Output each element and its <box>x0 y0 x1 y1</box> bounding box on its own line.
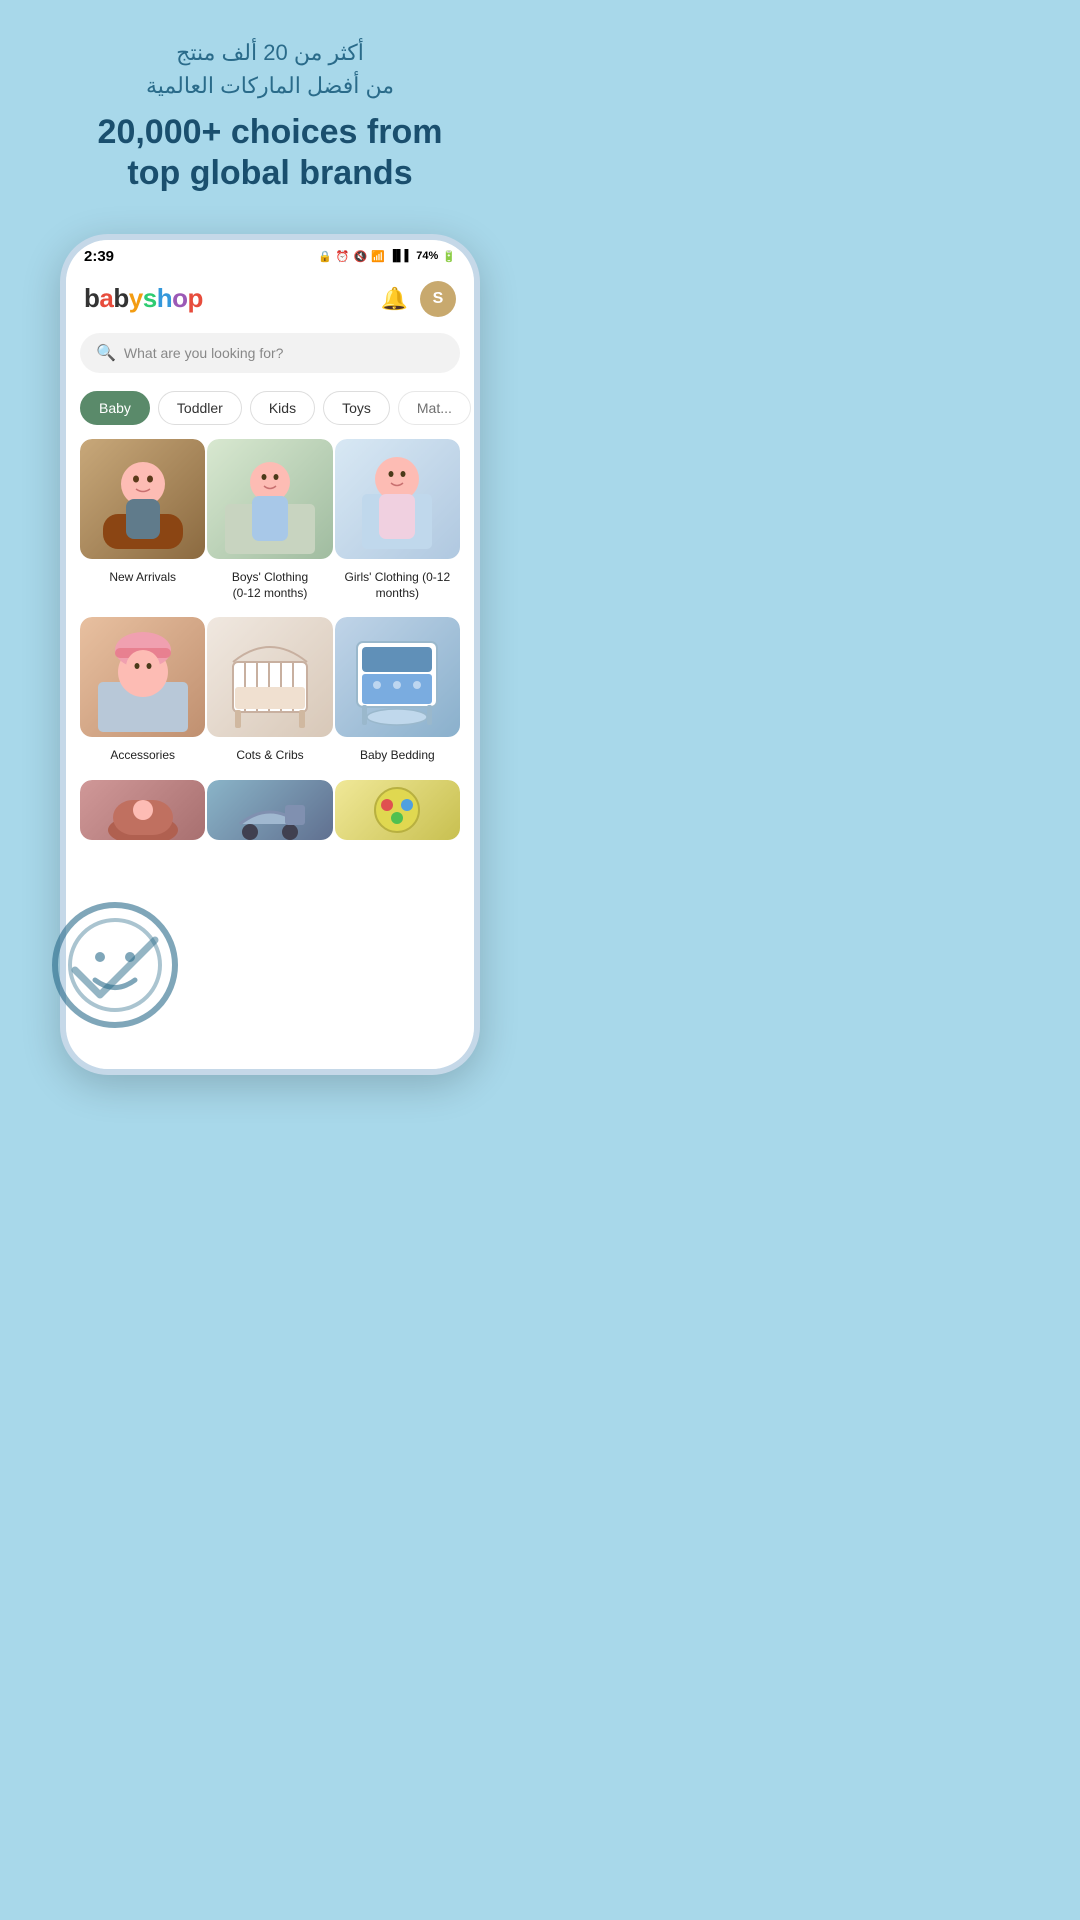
battery-icon: 🔋 <box>442 250 456 263</box>
product-image-row3-2 <box>207 780 332 905</box>
product-image-row3-1 <box>80 780 205 905</box>
top-banner: أكثر من 20 ألف منتج من أفضل الماركات الع… <box>0 0 540 234</box>
status-time: 2:39 <box>84 248 114 265</box>
header-icons: 🔔 S <box>381 281 456 317</box>
category-tabs: Baby Toddler Kids Toys Mat... <box>66 387 474 439</box>
tab-baby[interactable]: Baby <box>80 391 150 425</box>
status-bar: 2:39 🔒 ⏰ 🔇 📶 ▐▌▌ 74% 🔋 <box>66 240 474 269</box>
english-heading: 20,000+ choices from top global brands <box>40 112 500 194</box>
product-row3-2[interactable] <box>207 780 332 911</box>
user-avatar[interactable]: S <box>420 281 456 317</box>
product-row3-1[interactable] <box>80 780 205 911</box>
product-grid: New Arrivals <box>66 439 474 926</box>
product-cots-cribs[interactable]: Cots & Cribs <box>207 617 332 764</box>
alarm-icon: ⏰ <box>336 250 350 263</box>
product-image-new-arrivals <box>80 439 205 564</box>
product-image-row3-3 <box>335 780 460 905</box>
lock-icon: 🔒 <box>318 250 332 263</box>
decoration-circle <box>45 895 185 1035</box>
app-header: babyshop 🔔 S <box>66 269 474 329</box>
product-label-boys-clothing: Boys' Clothing(0-12 months) <box>232 570 308 601</box>
product-boys-clothing[interactable]: Boys' Clothing(0-12 months) <box>207 439 332 602</box>
tab-toddler[interactable]: Toddler <box>158 391 242 425</box>
signal-icon: ▐▌▌ <box>389 250 412 262</box>
mute-icon: 🔇 <box>353 250 367 263</box>
phone-outer: 2:39 🔒 ⏰ 🔇 📶 ▐▌▌ 74% 🔋 babyshop <box>60 234 480 1075</box>
product-image-boys-clothing <box>207 439 332 564</box>
battery-label: 74% <box>416 250 438 262</box>
product-accessories[interactable]: Accessories <box>80 617 205 764</box>
tab-toys[interactable]: Toys <box>323 391 390 425</box>
status-icons: 🔒 ⏰ 🔇 📶 ▐▌▌ 74% 🔋 <box>318 250 456 263</box>
wifi-icon: 📶 <box>371 250 385 263</box>
product-label-baby-bedding: Baby Bedding <box>360 748 435 764</box>
product-row3-3[interactable] <box>335 780 460 911</box>
tab-kids[interactable]: Kids <box>250 391 315 425</box>
product-image-girls-clothing <box>335 439 460 564</box>
phone-container: 2:39 🔒 ⏰ 🔇 📶 ▐▌▌ 74% 🔋 babyshop <box>0 234 540 1105</box>
tab-maternity[interactable]: Mat... <box>398 391 471 425</box>
babyshop-logo: babyshop <box>84 283 203 314</box>
product-baby-bedding[interactable]: Baby Bedding <box>335 617 460 764</box>
product-image-accessories <box>80 617 205 742</box>
search-placeholder-text: What are you looking for? <box>124 345 284 361</box>
product-new-arrivals[interactable]: New Arrivals <box>80 439 205 602</box>
product-label-cots-cribs: Cots & Cribs <box>236 748 303 764</box>
search-icon: 🔍 <box>96 343 116 363</box>
product-girls-clothing[interactable]: Girls' Clothing (0-12months) <box>335 439 460 602</box>
product-image-cots-cribs <box>207 617 332 742</box>
product-label-accessories: Accessories <box>110 748 175 764</box>
search-bar[interactable]: 🔍 What are you looking for? <box>80 333 460 373</box>
product-label-new-arrivals: New Arrivals <box>109 570 176 586</box>
notification-bell-icon[interactable]: 🔔 <box>381 286 408 312</box>
arabic-tagline: أكثر من 20 ألف منتج من أفضل الماركات الع… <box>40 36 500 102</box>
product-label-girls-clothing: Girls' Clothing (0-12months) <box>344 570 450 601</box>
product-image-baby-bedding <box>335 617 460 742</box>
